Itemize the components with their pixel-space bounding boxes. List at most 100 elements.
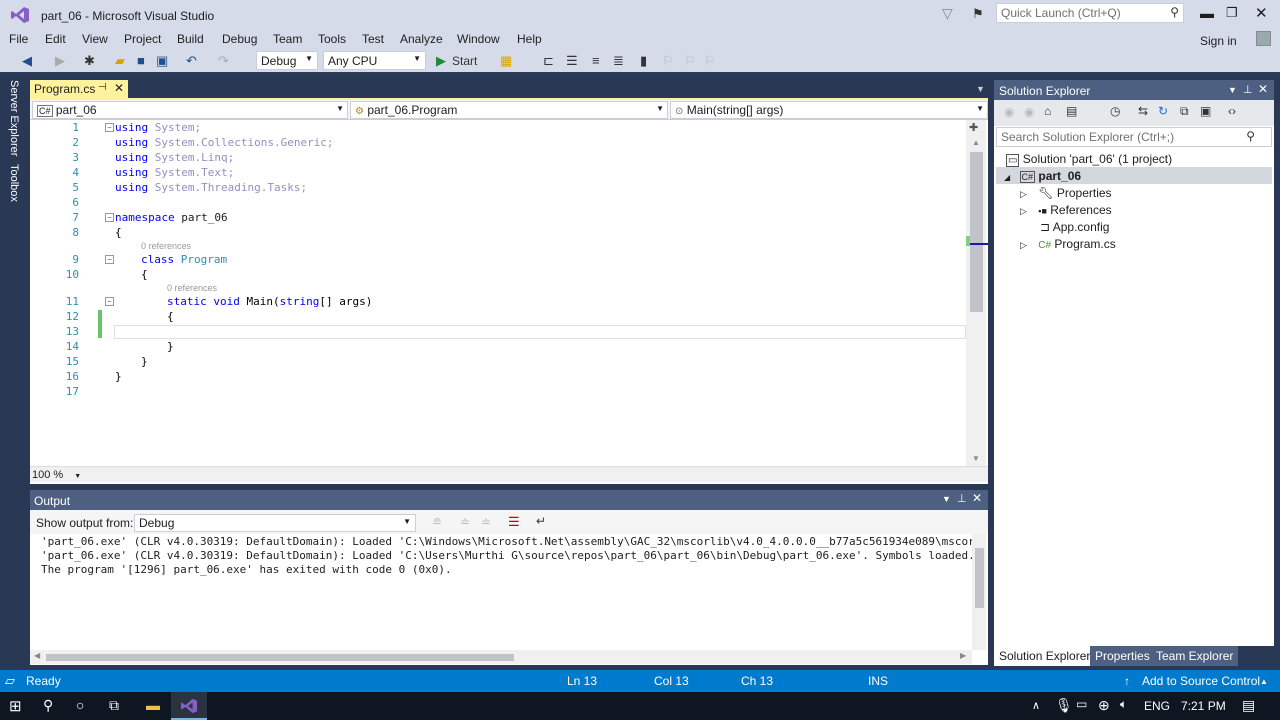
tree-project-node[interactable]: ◢ C# part_06 bbox=[1004, 169, 1081, 183]
file-explorer-icon[interactable]: ▬ bbox=[146, 697, 160, 713]
account-avatar-icon[interactable] bbox=[1256, 31, 1271, 46]
collapse-region-icon[interactable]: − bbox=[105, 297, 114, 306]
comment-out-icon[interactable]: ≡ bbox=[592, 53, 600, 68]
pin-icon[interactable]: ⊣ bbox=[98, 82, 107, 93]
collapsed-triangle-icon[interactable]: ▷ bbox=[1020, 189, 1027, 199]
menu-analyze[interactable]: Analyze bbox=[400, 32, 443, 46]
codelens-references[interactable]: 0 references bbox=[167, 283, 217, 293]
scroll-left-icon[interactable]: ◀ bbox=[34, 651, 40, 660]
pending-changes-filter-icon[interactable]: ◷ bbox=[1110, 104, 1120, 118]
step-over-icon[interactable]: ☰ bbox=[566, 53, 578, 69]
restore-button[interactable]: ❐ bbox=[1226, 5, 1238, 21]
new-project-icon[interactable]: ✱ bbox=[84, 53, 95, 69]
next-bookmark-icon[interactable]: ⚐ bbox=[684, 53, 696, 69]
microphone-icon[interactable]: 🎙︎ bbox=[1055, 697, 1073, 714]
bookmark-icon[interactable]: ▮ bbox=[640, 53, 647, 69]
switch-views-icon[interactable]: ▤ bbox=[1066, 104, 1077, 118]
solution-platform-select[interactable]: Any CPU ▼ bbox=[323, 51, 426, 70]
toolbox-tab[interactable]: Toolbox bbox=[8, 164, 20, 202]
redo-icon[interactable]: ↷ bbox=[218, 53, 229, 69]
cortana-icon[interactable]: ○ bbox=[76, 697, 84, 713]
start-button[interactable]: Start bbox=[452, 54, 477, 68]
navigate-back-icon[interactable]: ◀ bbox=[22, 53, 32, 69]
close-pane-icon[interactable]: ✕ bbox=[972, 491, 982, 505]
collapsed-triangle-icon[interactable]: ▷ bbox=[1020, 206, 1027, 216]
collapse-region-icon[interactable]: − bbox=[105, 213, 114, 222]
action-center-icon[interactable]: ▤ bbox=[1242, 697, 1255, 714]
tree-item-app-config[interactable]: ⊐ App.config bbox=[1040, 220, 1109, 234]
show-hidden-icons-chevron[interactable]: ∧ bbox=[1032, 699, 1040, 712]
back-icon[interactable]: ◉ bbox=[1004, 105, 1014, 119]
menu-team[interactable]: Team bbox=[273, 32, 302, 46]
navigate-forward-icon[interactable]: ▶ bbox=[55, 53, 65, 69]
windows-start-icon[interactable]: ⊞ bbox=[9, 697, 22, 715]
solution-configuration-select[interactable]: Debug ▼ bbox=[256, 51, 318, 70]
menu-tools[interactable]: Tools bbox=[318, 32, 346, 46]
clear-all-icon[interactable]: ☰ bbox=[508, 514, 520, 530]
split-editor-icon[interactable]: ✚ bbox=[969, 121, 978, 134]
find-message-in-code-icon[interactable]: ≘ bbox=[432, 515, 442, 529]
minimize-button[interactable]: ▬ bbox=[1200, 5, 1214, 21]
undo-icon[interactable]: ↶ bbox=[186, 53, 197, 69]
clock[interactable]: 7:21 PM bbox=[1181, 699, 1226, 713]
scroll-down-icon[interactable]: ▼ bbox=[972, 454, 980, 463]
menu-build[interactable]: Build bbox=[177, 32, 204, 46]
pin-icon[interactable]: ⊥ bbox=[957, 492, 967, 505]
member-dropdown[interactable]: ⊙ Main(string[] args) ▼ bbox=[670, 101, 988, 119]
volume-icon[interactable]: 🔈︎ bbox=[1120, 697, 1127, 712]
tab-overflow-chevron-icon[interactable]: ▼ bbox=[976, 84, 985, 94]
close-button[interactable]: ✕ bbox=[1255, 4, 1268, 22]
menu-edit[interactable]: Edit bbox=[45, 32, 66, 46]
start-play-icon[interactable]: ▶ bbox=[436, 53, 446, 69]
input-language[interactable]: ENG bbox=[1144, 699, 1170, 713]
tab-properties[interactable]: Properties bbox=[1090, 646, 1155, 666]
menu-project[interactable]: Project bbox=[124, 32, 161, 46]
search-icon[interactable]: ⚲ bbox=[43, 697, 53, 714]
window-position-chevron-icon[interactable]: ▼ bbox=[1228, 85, 1237, 95]
server-explorer-tab[interactable]: Server Explorer bbox=[8, 80, 20, 156]
home-icon[interactable]: ⌂ bbox=[1044, 104, 1051, 118]
zoom-level-select[interactable]: 100 % ▼ bbox=[32, 469, 81, 481]
solution-explorer-search-input[interactable]: Search Solution Explorer (Ctrl+;) ⚲ bbox=[996, 127, 1272, 147]
quick-launch-input[interactable]: Quick Launch (Ctrl+Q) ⚲ bbox=[996, 3, 1184, 23]
collapsed-triangle-icon[interactable]: ▷ bbox=[1020, 240, 1027, 250]
tab-team-explorer[interactable]: Team Explorer bbox=[1151, 646, 1239, 666]
close-tab-icon[interactable]: ✕ bbox=[114, 81, 124, 95]
window-position-chevron-icon[interactable]: ▼ bbox=[942, 494, 951, 504]
tab-solution-explorer[interactable]: Solution Explorer bbox=[994, 646, 1096, 666]
menu-file[interactable]: File bbox=[9, 32, 28, 46]
previous-bookmark-icon[interactable]: ⚐ bbox=[662, 53, 674, 69]
open-file-icon[interactable]: ▰ bbox=[115, 53, 125, 69]
network-icon[interactable]: ⊕ bbox=[1098, 697, 1110, 714]
forward-icon[interactable]: ◉ bbox=[1024, 105, 1034, 119]
sync-with-document-icon[interactable]: ⇆ bbox=[1138, 104, 1148, 118]
menu-window[interactable]: Window bbox=[457, 32, 500, 46]
pin-icon[interactable]: ⊥ bbox=[1243, 83, 1253, 96]
collapse-region-icon[interactable]: − bbox=[105, 255, 114, 264]
taskbar-visual-studio-button[interactable] bbox=[171, 692, 207, 720]
menu-test[interactable]: Test bbox=[362, 32, 384, 46]
next-message-icon[interactable]: ≐ bbox=[481, 515, 491, 529]
battery-icon[interactable]: ▭ bbox=[1076, 697, 1087, 711]
menu-view[interactable]: View bbox=[82, 32, 108, 46]
collapse-all-icon[interactable]: ⧉ bbox=[1180, 104, 1189, 119]
add-to-source-control-button[interactable]: Add to Source Control bbox=[1142, 674, 1260, 688]
uncomment-icon[interactable]: ≣ bbox=[613, 53, 624, 69]
menu-help[interactable]: Help bbox=[517, 32, 542, 46]
project-dropdown[interactable]: C# part_06 ▼ bbox=[32, 101, 348, 119]
close-pane-icon[interactable]: ✕ bbox=[1258, 82, 1268, 96]
notifications-filter-icon[interactable]: ▽ bbox=[942, 5, 953, 22]
save-all-icon[interactable]: ▣ bbox=[156, 53, 168, 69]
tree-item-program-cs[interactable]: ▷ C# Program.cs bbox=[1020, 237, 1116, 251]
show-all-files-icon[interactable]: ▣ bbox=[1200, 104, 1211, 118]
previous-message-icon[interactable]: ≐ bbox=[460, 515, 470, 529]
collapse-region-icon[interactable]: − bbox=[105, 123, 114, 132]
expanded-triangle-icon[interactable]: ◢ bbox=[1004, 173, 1010, 182]
save-icon[interactable]: ■ bbox=[137, 53, 145, 68]
toggle-word-wrap-icon[interactable]: ↵ bbox=[536, 514, 546, 528]
tree-item-properties[interactable]: ▷ 🔧︎ Properties bbox=[1020, 186, 1112, 200]
codelens-references[interactable]: 0 references bbox=[141, 241, 191, 251]
menu-debug[interactable]: Debug bbox=[222, 32, 257, 46]
refresh-icon[interactable]: ↻ bbox=[1158, 104, 1168, 118]
upload-arrow-icon[interactable]: ↑ bbox=[1124, 674, 1130, 688]
